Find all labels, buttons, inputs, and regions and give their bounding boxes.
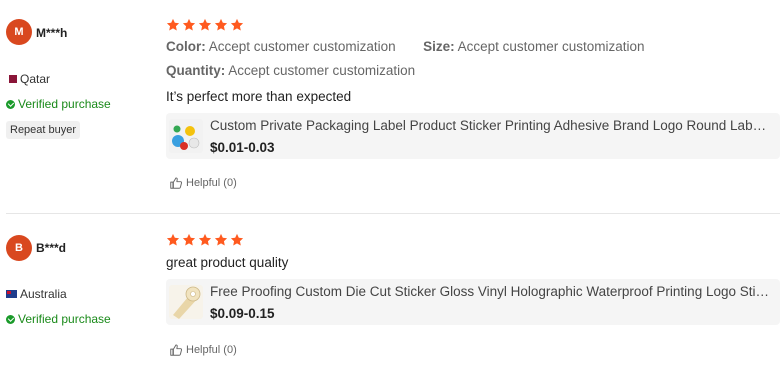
helpful-button[interactable]: Helpful (0) (169, 343, 237, 357)
quantity-attribute: Quantity: Accept customer customization (166, 63, 415, 78)
review-comment: It’s perfect more than expected (166, 89, 352, 104)
qatar-flag-icon (6, 75, 17, 83)
reviewer-country: Australia (6, 287, 67, 301)
verified-label: Verified purchase (18, 97, 111, 111)
star-icon (230, 18, 244, 31)
star-rating (166, 18, 244, 32)
review-comment: great product quality (166, 255, 289, 270)
australia-flag-icon (6, 290, 17, 298)
reviewer-country: Qatar (6, 72, 50, 86)
product-card[interactable]: Custom Private Packaging Label Product S… (166, 113, 780, 159)
verified-purchase: Verified purchase (6, 97, 111, 111)
star-icon (166, 18, 180, 31)
country-label: Qatar (20, 72, 51, 86)
star-icon (198, 233, 212, 246)
color-value: Accept customer customization (208, 39, 396, 54)
avatar: M (6, 19, 32, 45)
verified-label: Verified purchase (18, 312, 111, 326)
thumbs-up-icon (170, 177, 183, 189)
quantity-key: Quantity: (166, 63, 226, 78)
product-title[interactable]: Custom Private Packaging Label Product S… (210, 118, 772, 133)
review-item: M M***h Qatar Verified purchase Repeat b… (6, 0, 780, 214)
star-rating (166, 233, 244, 247)
avatar: B (6, 235, 32, 261)
product-thumbnail (169, 119, 203, 153)
star-icon (230, 233, 244, 246)
star-icon (214, 233, 228, 246)
helpful-label: Helpful (0) (186, 344, 237, 356)
star-icon (166, 233, 180, 246)
quantity-value: Accept customer customization (228, 63, 416, 78)
product-price: $0.09-0.15 (210, 306, 275, 321)
star-icon (182, 18, 196, 31)
product-thumbnail (169, 285, 203, 319)
reviewer-name: M***h (36, 26, 68, 40)
reviewer-name: B***d (36, 241, 67, 255)
star-icon (198, 18, 212, 31)
size-value: Accept customer customization (457, 39, 645, 54)
product-card[interactable]: Free Proofing Custom Die Cut Sticker Glo… (166, 279, 780, 325)
star-icon (214, 18, 228, 31)
review-item: B B***d Australia Verified purchase grea… (6, 215, 780, 371)
color-key: Color: (166, 39, 206, 54)
helpful-label: Helpful (0) (186, 177, 237, 189)
product-price: $0.01-0.03 (210, 140, 275, 155)
product-title[interactable]: Free Proofing Custom Die Cut Sticker Glo… (210, 284, 772, 299)
verified-purchase: Verified purchase (6, 312, 111, 326)
check-circle-icon (6, 99, 15, 109)
thumbs-up-icon (170, 344, 183, 356)
size-key: Size: (423, 39, 455, 54)
repeat-buyer-badge: Repeat buyer (6, 121, 81, 139)
country-label: Australia (20, 287, 67, 301)
helpful-button[interactable]: Helpful (0) (169, 176, 237, 190)
star-icon (182, 233, 196, 246)
product-attributes: Color: Accept customer customization Siz… (166, 39, 644, 54)
check-circle-icon (6, 314, 15, 324)
